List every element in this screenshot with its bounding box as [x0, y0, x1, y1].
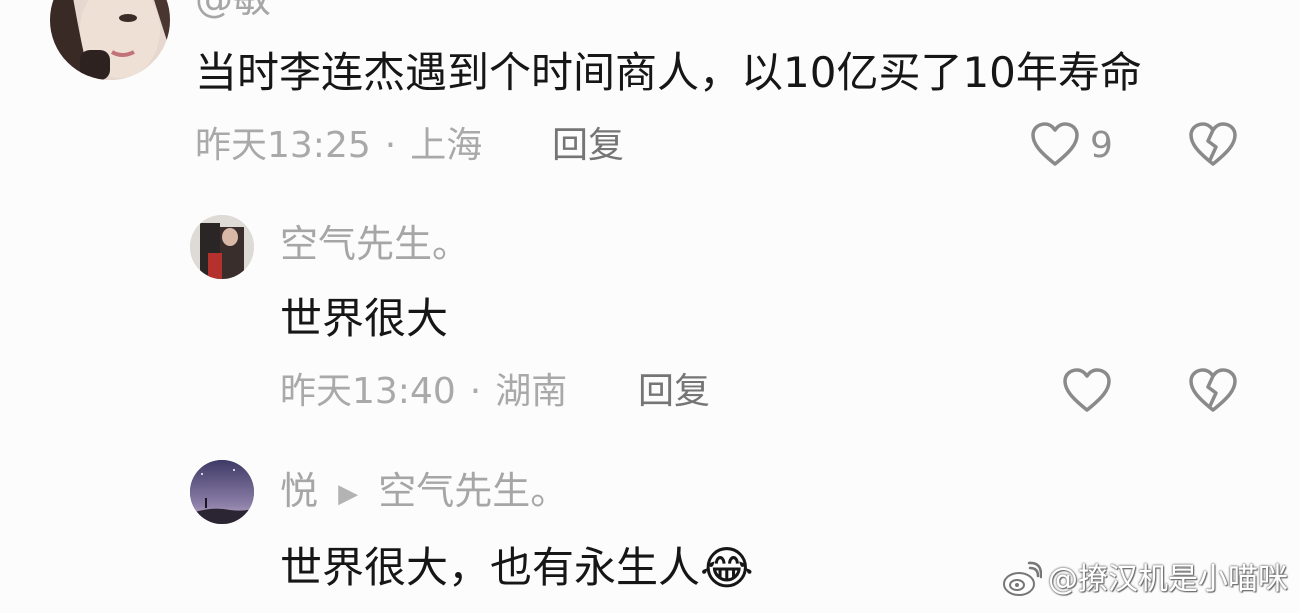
meta-separator: ·	[469, 371, 482, 412]
avatar[interactable]	[190, 460, 254, 524]
comment-time: 昨天13:40	[280, 371, 456, 412]
comment-location: 湖南	[495, 371, 568, 412]
comment-username-line: 悦 ▶ 空气先生。	[280, 472, 568, 510]
dislike-button[interactable]	[1188, 368, 1238, 414]
comment-username[interactable]: @敏	[195, 0, 271, 18]
comment-text: 当时李连杰遇到个时间商人，以10亿买了10年寿命	[195, 48, 1142, 97]
reply-button[interactable]: 回复	[638, 374, 710, 410]
comment-text: 世界很大	[280, 294, 449, 343]
reply-to-username[interactable]: 空气先生。	[378, 469, 568, 513]
comment-location: 上海	[410, 125, 483, 166]
like-button[interactable]	[1030, 122, 1080, 168]
meta-separator: ·	[384, 125, 397, 166]
dislike-button[interactable]	[1188, 122, 1238, 168]
comment-text: 世界很大，也有永生人😂	[280, 545, 754, 591]
like-button[interactable]	[1062, 368, 1112, 414]
broken-heart-icon	[1188, 122, 1238, 172]
watermark: @撩汉机是小喵咪	[1048, 562, 1288, 597]
weibo-logo-icon	[1002, 560, 1043, 598]
comment-time: 昨天13:25	[195, 125, 371, 166]
like-count: 9	[1090, 125, 1113, 166]
comment-username[interactable]: 悦	[280, 469, 318, 513]
avatar[interactable]	[190, 215, 254, 279]
laughing-crying-emoji-icon: 😂	[700, 541, 754, 595]
comment-username[interactable]: 空气先生。	[280, 225, 470, 263]
avatar[interactable]	[50, 0, 170, 80]
reply-button[interactable]: 回复	[552, 128, 624, 164]
comment-meta: 昨天13:40 · 湖南	[280, 374, 567, 410]
comment-text-body: 世界很大，也有永生人	[280, 543, 701, 592]
heart-icon	[1030, 122, 1080, 172]
reply-arrow-icon: ▶	[338, 478, 359, 509]
heart-icon	[1062, 368, 1112, 418]
comment-meta: 昨天13:25 · 上海	[195, 128, 482, 164]
broken-heart-icon	[1188, 368, 1238, 418]
